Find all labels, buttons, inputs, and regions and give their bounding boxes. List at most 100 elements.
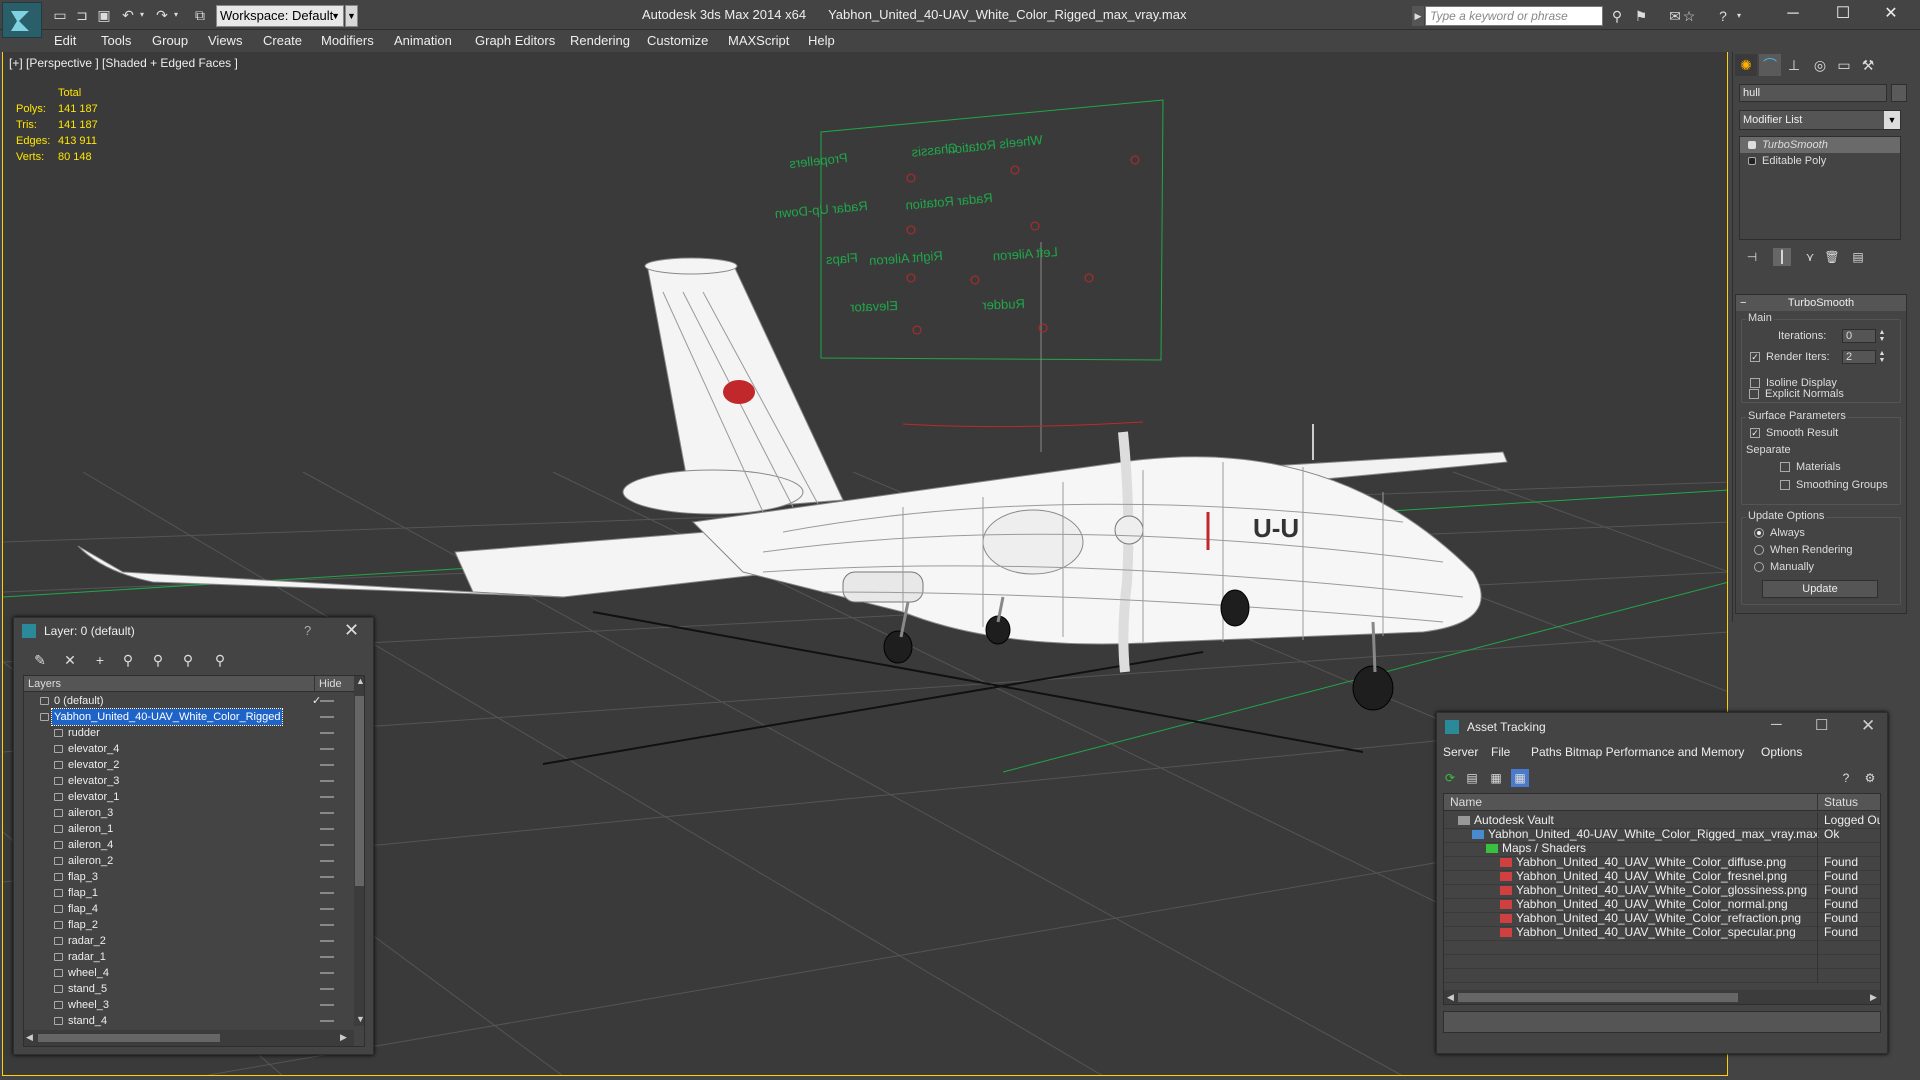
- smooth-result-checkbox[interactable]: ✓: [1750, 428, 1760, 438]
- hide-toggle[interactable]: [320, 732, 334, 734]
- menu-animation[interactable]: Animation: [394, 33, 452, 48]
- manually-radio[interactable]: [1754, 562, 1764, 572]
- spinner-arrows-icon[interactable]: ▲ ▼: [1878, 329, 1886, 343]
- column-status[interactable]: Status: [1817, 794, 1880, 811]
- save-file-icon[interactable]: ▣: [96, 7, 112, 23]
- list-view-icon[interactable]: ▤: [1463, 769, 1481, 787]
- detail-view-icon[interactable]: ▦: [1487, 769, 1505, 787]
- layer-row[interactable]: radar_1: [24, 949, 354, 965]
- menu-file[interactable]: File: [1491, 745, 1510, 759]
- horizontal-scrollbar[interactable]: ◀ ▶: [24, 1030, 354, 1046]
- menu-paths[interactable]: Paths: [1531, 745, 1562, 759]
- minimize-icon[interactable]: ─: [1771, 716, 1782, 733]
- scrollbar-thumb[interactable]: [1458, 993, 1738, 1002]
- layer-row[interactable]: rudder: [24, 725, 354, 741]
- new-layer-icon[interactable]: ✎: [30, 650, 50, 670]
- binoculars-icon[interactable]: ⚲: [1608, 7, 1626, 25]
- menu-create[interactable]: Create: [263, 33, 302, 48]
- show-end-result-icon[interactable]: ┃: [1773, 248, 1791, 266]
- rig-control-board[interactable]: Propellers Chassis Wheels Rotation Radar…: [774, 99, 1164, 452]
- layer-row[interactable]: wheel_3: [24, 997, 354, 1013]
- layer-row[interactable]: flap_2: [24, 917, 354, 933]
- hide-all-icon[interactable]: ⚲: [178, 650, 198, 670]
- select-objects-icon[interactable]: ⚲: [118, 650, 138, 670]
- hide-toggle[interactable]: [320, 780, 334, 782]
- menu-bitmap-performance[interactable]: Bitmap Performance and Memory: [1565, 745, 1744, 759]
- scroll-left-icon[interactable]: ◀: [1447, 992, 1454, 1003]
- refresh-icon[interactable]: ⟳: [1441, 769, 1459, 787]
- close-icon[interactable]: ✕: [1876, 3, 1906, 25]
- vault-settings-icon[interactable]: ⚙: [1861, 769, 1879, 787]
- search-input[interactable]: Type a keyword or phrase: [1425, 6, 1603, 26]
- menu-server[interactable]: Server: [1443, 745, 1478, 759]
- layer-row[interactable]: elevator_4: [24, 741, 354, 757]
- hide-toggle[interactable]: [320, 860, 334, 862]
- workspace-dropdown[interactable]: Workspace: Default ▼: [216, 5, 344, 27]
- render-iters-checkbox[interactable]: ✓: [1750, 352, 1760, 362]
- stack-item-editable-poly[interactable]: Editable Poly: [1740, 153, 1900, 169]
- menu-options[interactable]: Options: [1761, 745, 1802, 759]
- hierarchy-tab-icon[interactable]: ⊥: [1783, 54, 1805, 76]
- isoline-display-checkbox[interactable]: [1750, 378, 1760, 388]
- update-button[interactable]: Update: [1762, 580, 1878, 598]
- app-logo-icon[interactable]: [2, 2, 42, 38]
- scroll-right-icon[interactable]: ▶: [1870, 992, 1877, 1003]
- add-to-layer-icon[interactable]: +: [90, 650, 110, 670]
- render-iters-spinner[interactable]: 2: [1842, 350, 1876, 364]
- layer-row[interactable]: radar_2: [24, 933, 354, 949]
- display-tab-icon[interactable]: ▭: [1833, 54, 1855, 76]
- menu-modifiers[interactable]: Modifiers: [321, 33, 374, 48]
- layer-row[interactable]: aileron_2: [24, 853, 354, 869]
- layer-row[interactable]: elevator_3: [24, 773, 354, 789]
- when-rendering-radio[interactable]: [1754, 545, 1764, 555]
- configure-sets-icon[interactable]: ▤: [1849, 248, 1867, 266]
- table-view-icon[interactable]: ▦: [1511, 769, 1529, 787]
- column-hide[interactable]: Hide: [314, 676, 354, 692]
- layer-row[interactable]: Yabhon_United_40-UAV_White_Color_Rigged: [24, 708, 354, 726]
- help-icon[interactable]: ?: [304, 623, 311, 638]
- horizontal-scrollbar[interactable]: ◀ ▶: [1444, 990, 1880, 1004]
- layer-row[interactable]: aileron_4: [24, 837, 354, 853]
- iterations-spinner[interactable]: 0: [1842, 329, 1876, 343]
- modifier-list-dropdown[interactable]: Modifier List ▼: [1739, 110, 1901, 130]
- freeze-all-icon[interactable]: ⚲: [210, 650, 230, 670]
- hide-toggle[interactable]: [320, 748, 334, 750]
- favorites-star-icon[interactable]: ☆: [1680, 7, 1698, 25]
- hide-toggle[interactable]: [320, 892, 334, 894]
- make-unique-icon[interactable]: ⋎: [1801, 248, 1819, 266]
- layer-dialog-titlebar[interactable]: Layer: 0 (default) ? ✕: [14, 618, 373, 644]
- layer-row[interactable]: aileron_3: [24, 805, 354, 821]
- explicit-normals-checkbox[interactable]: [1749, 389, 1759, 399]
- hide-toggle[interactable]: [320, 828, 334, 830]
- vertical-scrollbar[interactable]: ▲ ▼: [354, 676, 364, 1026]
- layer-row[interactable]: wheel_4: [24, 965, 354, 981]
- lightbulb-icon[interactable]: [1748, 141, 1756, 149]
- hide-toggle[interactable]: [320, 924, 334, 926]
- hide-toggle[interactable]: [320, 940, 334, 942]
- menu-maxscript[interactable]: MAXScript: [728, 33, 789, 48]
- layer-row[interactable]: aileron_1: [24, 821, 354, 837]
- close-icon[interactable]: ✕: [1861, 716, 1875, 736]
- hide-toggle[interactable]: [320, 956, 334, 958]
- search-expand-icon[interactable]: ▶: [1412, 6, 1424, 26]
- column-name[interactable]: Name: [1450, 794, 1482, 811]
- materials-checkbox[interactable]: [1780, 462, 1790, 472]
- scrollbar-thumb[interactable]: [38, 1034, 220, 1042]
- open-file-icon[interactable]: ⊐: [74, 7, 90, 23]
- layer-row[interactable]: flap_3: [24, 869, 354, 885]
- hide-toggle[interactable]: [320, 812, 334, 814]
- vault-help-icon[interactable]: ?: [1837, 769, 1855, 787]
- hide-toggle[interactable]: [320, 876, 334, 878]
- menu-edit[interactable]: Edit: [54, 33, 76, 48]
- layer-row[interactable]: stand_4: [24, 1013, 354, 1029]
- hide-toggle[interactable]: [320, 1004, 334, 1006]
- create-tab-icon[interactable]: ✺: [1735, 54, 1757, 76]
- motion-tab-icon[interactable]: ◎: [1809, 54, 1831, 76]
- subscription-icon[interactable]: ⚑: [1632, 7, 1650, 25]
- spinner-arrows-icon[interactable]: ▲ ▼: [1878, 350, 1886, 364]
- new-file-icon[interactable]: ▭: [52, 7, 68, 23]
- hide-toggle[interactable]: [320, 844, 334, 846]
- maximize-icon[interactable]: ☐: [1828, 3, 1858, 25]
- hide-toggle[interactable]: [320, 700, 334, 702]
- hide-toggle[interactable]: [320, 764, 334, 766]
